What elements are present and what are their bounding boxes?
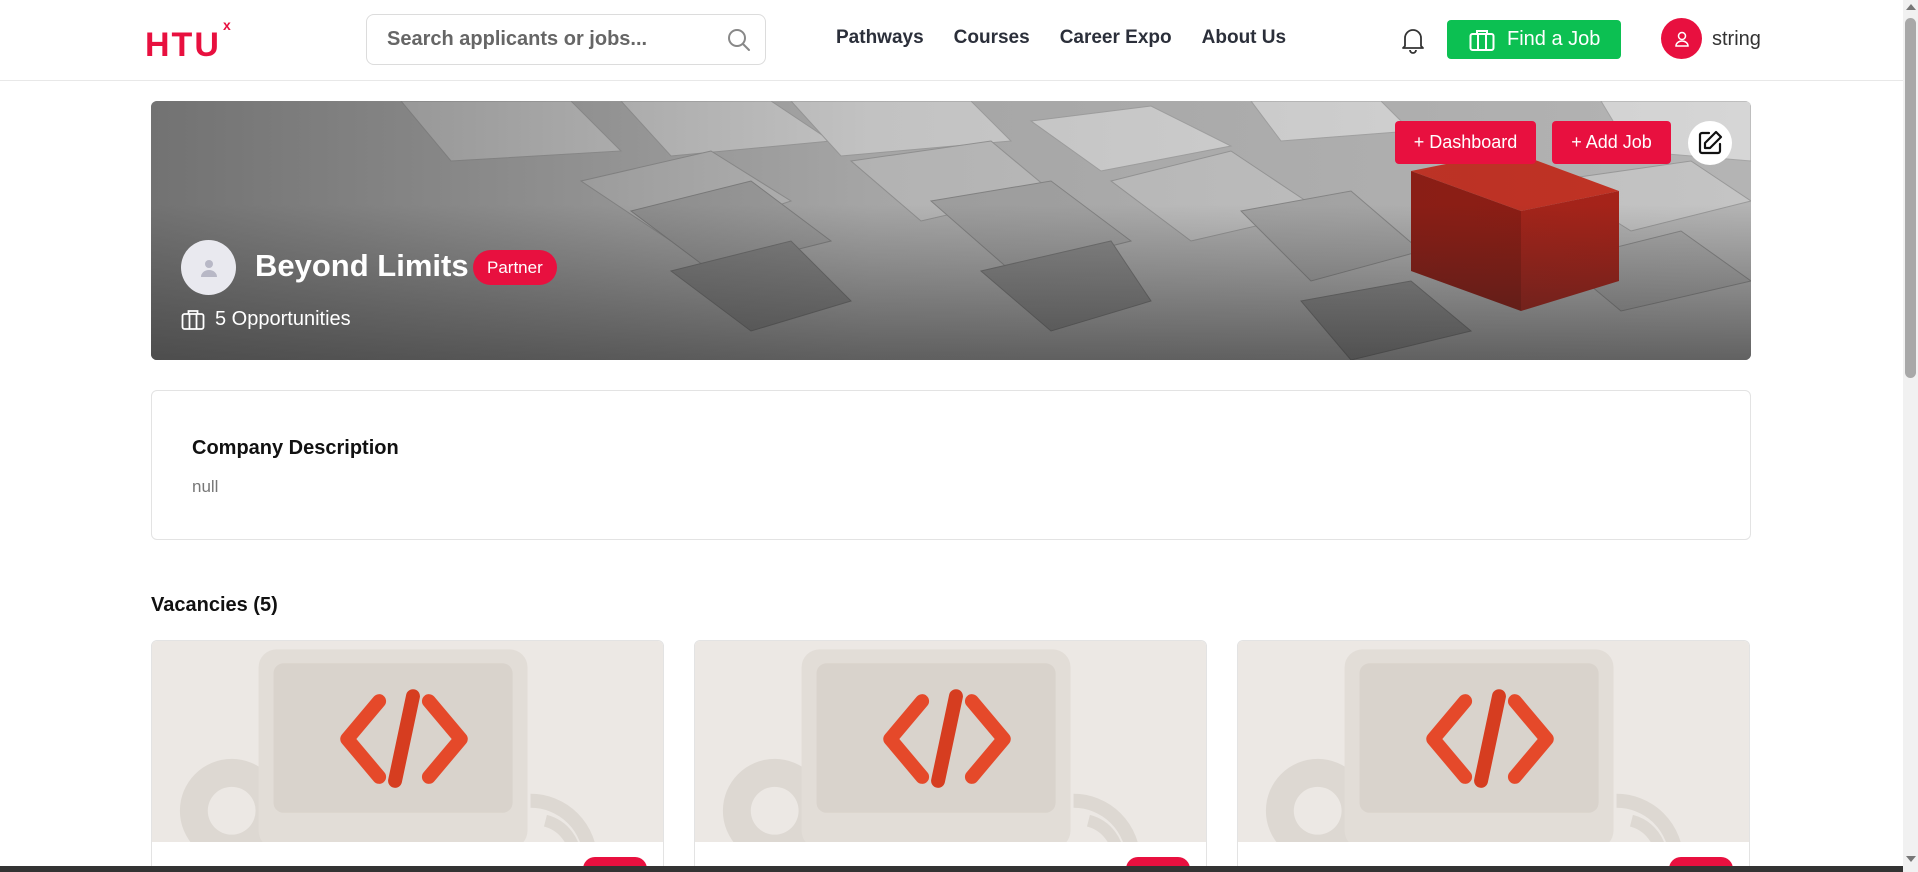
company-banner: + Dashboard + Add Job Beyond Limits Part…	[151, 101, 1751, 360]
username[interactable]: string	[1712, 28, 1761, 51]
vacancies-title: Vacancies (5)	[151, 594, 278, 616]
nav-courses[interactable]: Courses	[954, 27, 1030, 49]
user-avatar[interactable]	[1661, 18, 1702, 59]
company-description-card: Company Description null	[151, 390, 1751, 540]
job-card[interactable]: 2025 accountant	[694, 640, 1207, 872]
page: HTU x Pathways Courses Career Expo About…	[0, 0, 1918, 872]
opportunities-count: 5 Opportunities	[181, 308, 351, 331]
description-text: null	[192, 477, 219, 496]
job-card[interactable]: 2025 software engineering	[1237, 640, 1750, 872]
main-nav: Pathways Courses Career Expo About Us	[836, 27, 1286, 49]
scrollbar-thumb[interactable]	[1905, 18, 1916, 378]
company-name: Beyond Limits	[255, 248, 469, 283]
scroll-down-arrow-icon[interactable]	[1906, 856, 1916, 862]
top-header: HTU x Pathways Courses Career Expo About…	[0, 0, 1903, 81]
dashboard-button[interactable]: + Dashboard	[1395, 121, 1536, 164]
svg-text:HTU: HTU	[145, 26, 221, 64]
find-job-label: Find a Job	[1507, 28, 1601, 50]
bell-icon[interactable]	[1400, 26, 1426, 54]
code-monitor-image	[1238, 641, 1749, 842]
window-bottom-edge	[0, 866, 1903, 872]
search-input[interactable]	[387, 15, 707, 64]
user-icon	[1674, 31, 1689, 47]
code-monitor-image	[695, 641, 1206, 842]
search-box[interactable]	[366, 14, 766, 65]
edit-button[interactable]	[1688, 121, 1732, 165]
briefcase-icon	[181, 309, 205, 330]
partner-badge: Partner	[473, 250, 557, 285]
nav-career-expo[interactable]: Career Expo	[1060, 27, 1172, 49]
scroll-up-arrow-icon[interactable]	[1906, 4, 1916, 10]
find-job-button[interactable]: Find a Job	[1447, 20, 1621, 59]
nav-pathways[interactable]: Pathways	[836, 27, 924, 49]
briefcase-icon	[1469, 29, 1495, 51]
user-placeholder-icon	[200, 259, 217, 277]
htu-logo[interactable]: HTU x	[143, 14, 235, 64]
description-title: Company Description	[192, 437, 399, 459]
edit-icon	[1698, 130, 1723, 155]
nav-about-us[interactable]: About Us	[1202, 27, 1286, 49]
company-avatar	[181, 240, 236, 295]
vertical-scrollbar[interactable]	[1903, 0, 1918, 872]
svg-text:x: x	[223, 17, 231, 33]
add-job-button[interactable]: + Add Job	[1552, 121, 1671, 164]
search-icon[interactable]	[727, 28, 751, 52]
job-card[interactable]: 2025 software developer	[151, 640, 664, 872]
opportunities-label: 5 Opportunities	[215, 308, 351, 330]
code-monitor-image	[152, 641, 663, 842]
